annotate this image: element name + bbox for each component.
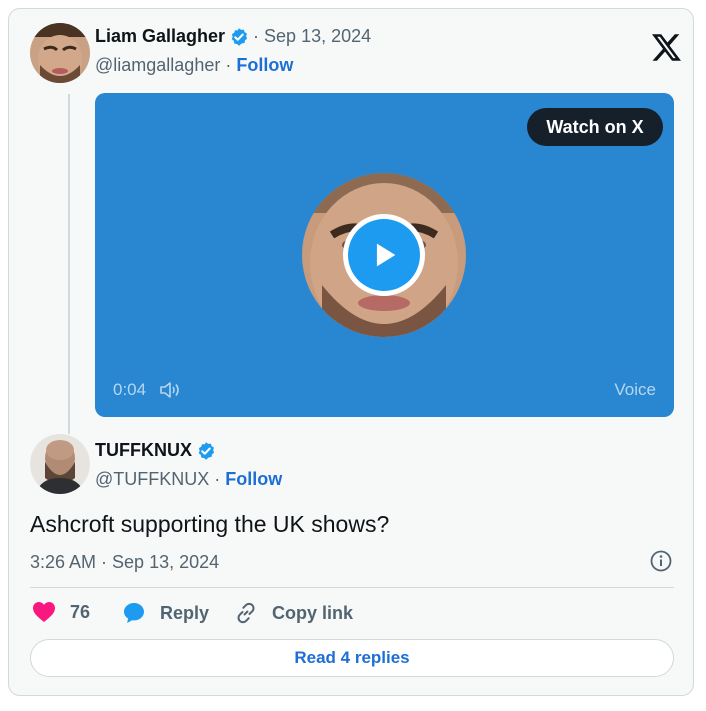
copy-link-button[interactable]: Copy link (234, 601, 353, 625)
play-button[interactable] (343, 214, 425, 296)
divider (30, 587, 674, 588)
watch-on-x-button[interactable]: Watch on X (527, 108, 663, 146)
author-name[interactable]: TUFFKNUX (95, 440, 192, 461)
verified-badge-icon (229, 27, 249, 47)
reply-button[interactable]: Reply (122, 601, 209, 625)
reply-name-row: TUFFKNUX (95, 440, 216, 461)
tweet-date[interactable]: · Sep 13, 2024 (253, 26, 371, 47)
verified-badge-icon (196, 441, 216, 461)
thread-connector-line (68, 94, 70, 434)
follow-button[interactable]: Follow (225, 469, 282, 489)
speech-bubble-icon (124, 603, 144, 623)
like-button[interactable]: 76 (32, 601, 90, 623)
voice-video-player[interactable]: Watch on X 0:04 Voice (95, 93, 674, 417)
heart-icon (33, 602, 55, 622)
author-handle[interactable]: @liamgallagher (95, 55, 220, 75)
x-logo-icon[interactable] (652, 34, 681, 61)
avatar-liam-gallagher[interactable] (30, 23, 90, 83)
info-icon[interactable] (649, 549, 673, 573)
voice-label: Voice (614, 380, 656, 399)
avatar-tuffknux[interactable] (30, 434, 90, 494)
copy-link-label: Copy link (272, 602, 354, 623)
tweet-timestamp[interactable]: 3:26 AM · Sep 13, 2024 (30, 552, 219, 573)
handle-separator: · (209, 469, 226, 489)
parent-name-row: Liam Gallagher · Sep 13, 2024 (95, 26, 371, 47)
follow-button[interactable]: Follow (236, 55, 293, 75)
like-count: 76 (70, 601, 91, 622)
parent-handle-row: @liamgallagher · Follow (95, 55, 293, 76)
play-icon (348, 219, 420, 291)
reply-handle-row: @TUFFKNUX · Follow (95, 469, 282, 490)
author-handle[interactable]: @TUFFKNUX (95, 469, 209, 489)
embedded-tweet-card: Liam Gallagher · Sep 13, 2024 @liamgalla… (8, 8, 694, 696)
handle-separator: · (220, 55, 237, 75)
speaker-icon[interactable] (159, 380, 181, 400)
link-icon (237, 602, 255, 624)
author-name[interactable]: Liam Gallagher (95, 26, 225, 47)
video-duration: 0:04 (113, 380, 147, 399)
reply-label: Reply (160, 602, 210, 623)
read-replies-button[interactable]: Read 4 replies (30, 639, 674, 677)
tweet-text: Ashcroft supporting the UK shows? (30, 511, 390, 537)
